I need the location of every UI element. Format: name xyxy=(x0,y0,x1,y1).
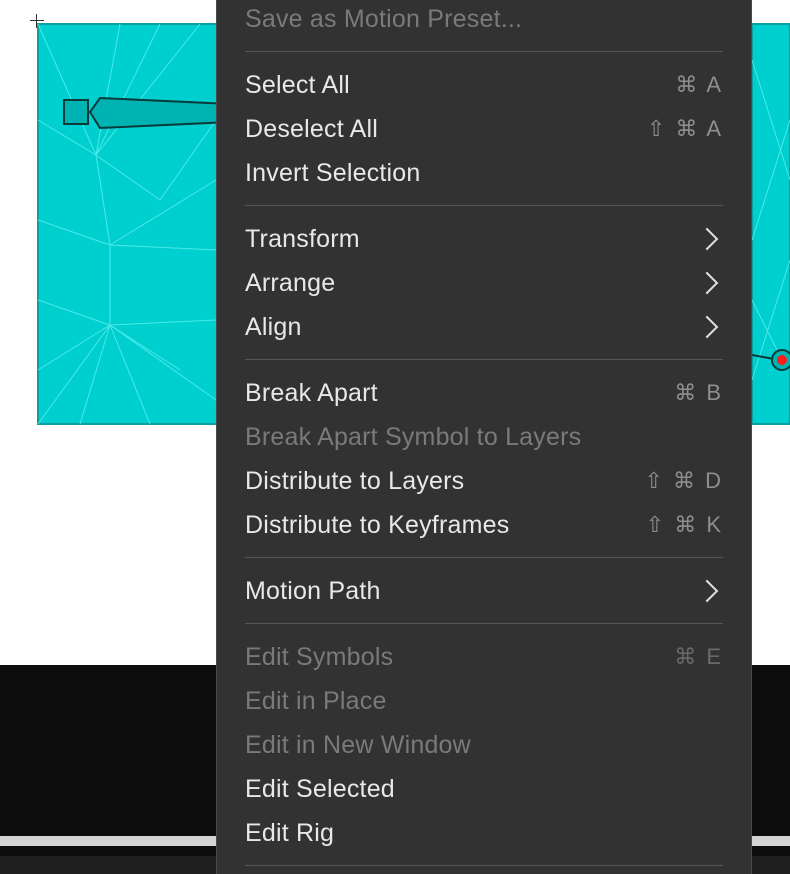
menu-separator xyxy=(245,51,723,52)
menu-item-distribute-to-layers[interactable]: Distribute to Layers ⇧ ⌘ D xyxy=(245,463,723,499)
menu-item-label: Transform xyxy=(245,224,360,253)
menu-item-distribute-to-keyframes[interactable]: Distribute to Keyframes ⇧ ⌘ K xyxy=(245,507,723,543)
shortcut-label: ⇧ ⌘ D xyxy=(644,468,723,493)
menu-item-label: Break Apart Symbol to Layers xyxy=(245,422,582,451)
menu-separator xyxy=(245,623,723,624)
menu-item-label: Select All xyxy=(245,70,350,99)
shortcut-label: ⇧ ⌘ A xyxy=(646,116,723,141)
mesh-shape-left[interactable] xyxy=(37,23,239,425)
menu-item-label: Edit Symbols xyxy=(245,642,394,671)
menu-item-transform[interactable]: Transform xyxy=(245,221,723,257)
menu-item-align[interactable]: Align xyxy=(245,309,723,345)
chevron-right-icon xyxy=(695,271,719,295)
shortcut-label: ⌘ B xyxy=(674,380,723,405)
chevron-right-icon xyxy=(695,315,719,339)
menu-item-break-apart[interactable]: Break Apart ⌘ B xyxy=(245,375,723,411)
menu-separator xyxy=(245,557,723,558)
bone-icon[interactable] xyxy=(63,96,231,130)
menu-separator xyxy=(245,865,723,866)
shortcut-label: ⌘ A xyxy=(675,72,723,97)
menu-separator xyxy=(245,359,723,360)
menu-item-label: Arrange xyxy=(245,268,336,297)
menu-item-label: Distribute to Layers xyxy=(245,466,465,495)
menu-separator xyxy=(245,205,723,206)
shortcut-label: ⌘ E xyxy=(674,644,723,669)
menu-item-label: Edit in Place xyxy=(245,686,387,715)
menu-item-label: Motion Path xyxy=(245,576,381,605)
chevron-right-icon xyxy=(695,227,719,251)
menu-item-edit-selected[interactable]: Edit Selected xyxy=(245,771,723,807)
menu-item-edit-rig[interactable]: Edit Rig xyxy=(245,815,723,851)
menu-item-motion-path[interactable]: Motion Path xyxy=(245,573,723,609)
menu-item-edit-in-place[interactable]: Edit in Place xyxy=(245,683,723,719)
menu-item-edit-in-new-window[interactable]: Edit in New Window xyxy=(245,727,723,763)
menu-item-save-as-motion-preset[interactable]: Save as Motion Preset... xyxy=(245,1,723,37)
menu-item-label: Edit Selected xyxy=(245,774,395,803)
menu-item-edit-symbols[interactable]: Edit Symbols ⌘ E xyxy=(245,639,723,675)
menu-item-label: Edit Rig xyxy=(245,818,335,847)
menu-item-label: Distribute to Keyframes xyxy=(245,510,510,539)
menu-item-deselect-all[interactable]: Deselect All ⇧ ⌘ A xyxy=(245,111,723,147)
menu-item-label: Save as Motion Preset... xyxy=(245,4,523,33)
menu-item-label: Deselect All xyxy=(245,114,379,143)
menu-item-label: Invert Selection xyxy=(245,158,421,187)
menu-item-break-apart-symbol-to-layers[interactable]: Break Apart Symbol to Layers xyxy=(245,419,723,455)
menu-item-select-all[interactable]: Select All ⌘ A xyxy=(245,67,723,103)
shortcut-label: ⇧ ⌘ K xyxy=(645,512,723,537)
context-menu: Save as Motion Preset... Select All ⌘ A … xyxy=(216,0,752,874)
menu-item-invert-selection[interactable]: Invert Selection xyxy=(245,155,723,191)
menu-item-label: Align xyxy=(245,312,302,341)
menu-item-arrange[interactable]: Arrange xyxy=(245,265,723,301)
menu-item-label: Break Apart xyxy=(245,378,378,407)
menu-item-label: Edit in New Window xyxy=(245,730,471,759)
chevron-right-icon xyxy=(695,579,719,603)
crosshair-icon xyxy=(30,14,44,28)
